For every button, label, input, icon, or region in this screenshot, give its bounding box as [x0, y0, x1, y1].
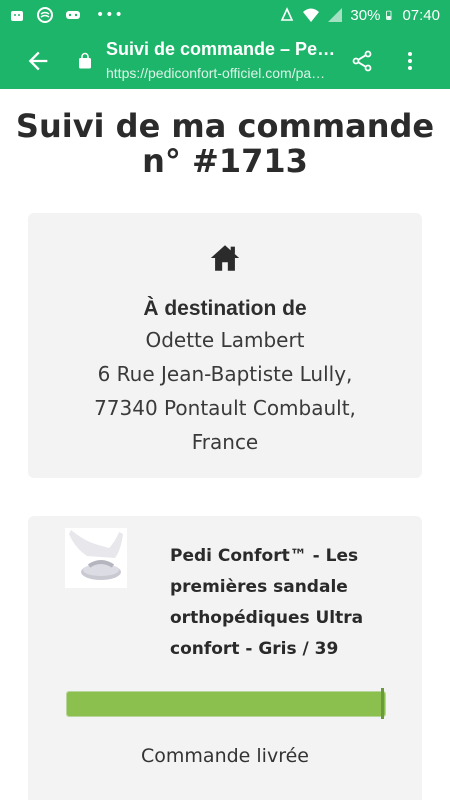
- signal-icon: [328, 8, 343, 22]
- order-status: Commande livrée: [141, 745, 309, 767]
- android-icon: [11, 11, 23, 21]
- delivery-progress-bar: [66, 691, 386, 717]
- progress-fill: [67, 692, 385, 716]
- recipient-name: Odette Lambert: [145, 328, 305, 352]
- url-text[interactable]: https://pediconfort-officiel.com/pa…: [106, 65, 346, 81]
- address-street: 6 Rue Jean-Baptiste Lully,: [97, 362, 353, 386]
- sandal-image: [69, 530, 123, 580]
- status-right: 30% 07:40: [278, 6, 440, 24]
- page-content: Suivi de ma commande n° #1713 À destinat…: [0, 89, 450, 800]
- status-bar: ••• 30% 07:40: [0, 0, 450, 32]
- clock: 07:40: [402, 6, 440, 24]
- address-city: 77340 Pontault Combault,: [94, 396, 356, 420]
- battery-icon: [386, 10, 392, 20]
- more-notifications-icon: •••: [96, 7, 124, 23]
- page-heading: Suivi de ma commande n° #1713: [15, 107, 435, 180]
- battery-percent: 30%: [350, 6, 381, 24]
- page-title[interactable]: Suivi de commande – Pedi…: [106, 39, 346, 60]
- product-name: Pedi Confort™ - Les premières sandale or…: [170, 546, 364, 659]
- hotspot-icon: [281, 7, 294, 21]
- progress-end-marker: [381, 688, 384, 719]
- address-label: À destination de: [143, 297, 307, 320]
- product-image: [65, 528, 127, 588]
- share-icon[interactable]: [350, 49, 374, 73]
- address-card: À destination de Odette Lambert 6 Rue Je…: [28, 213, 422, 478]
- wifi-icon: [303, 8, 320, 22]
- app-icon: [37, 7, 53, 23]
- address-country: France: [191, 430, 259, 454]
- gamepad-icon: [66, 11, 80, 19]
- status-left: •••: [8, 6, 124, 24]
- product-card: Pedi Confort™ - Les premières sandale or…: [28, 516, 422, 800]
- home-icon: [210, 245, 240, 271]
- back-arrow-icon[interactable]: [24, 47, 52, 75]
- browser-toolbar: Suivi de commande – Pedi… https://pedico…: [0, 32, 450, 89]
- more-options-icon[interactable]: [398, 49, 422, 73]
- lock-icon: [79, 52, 91, 69]
